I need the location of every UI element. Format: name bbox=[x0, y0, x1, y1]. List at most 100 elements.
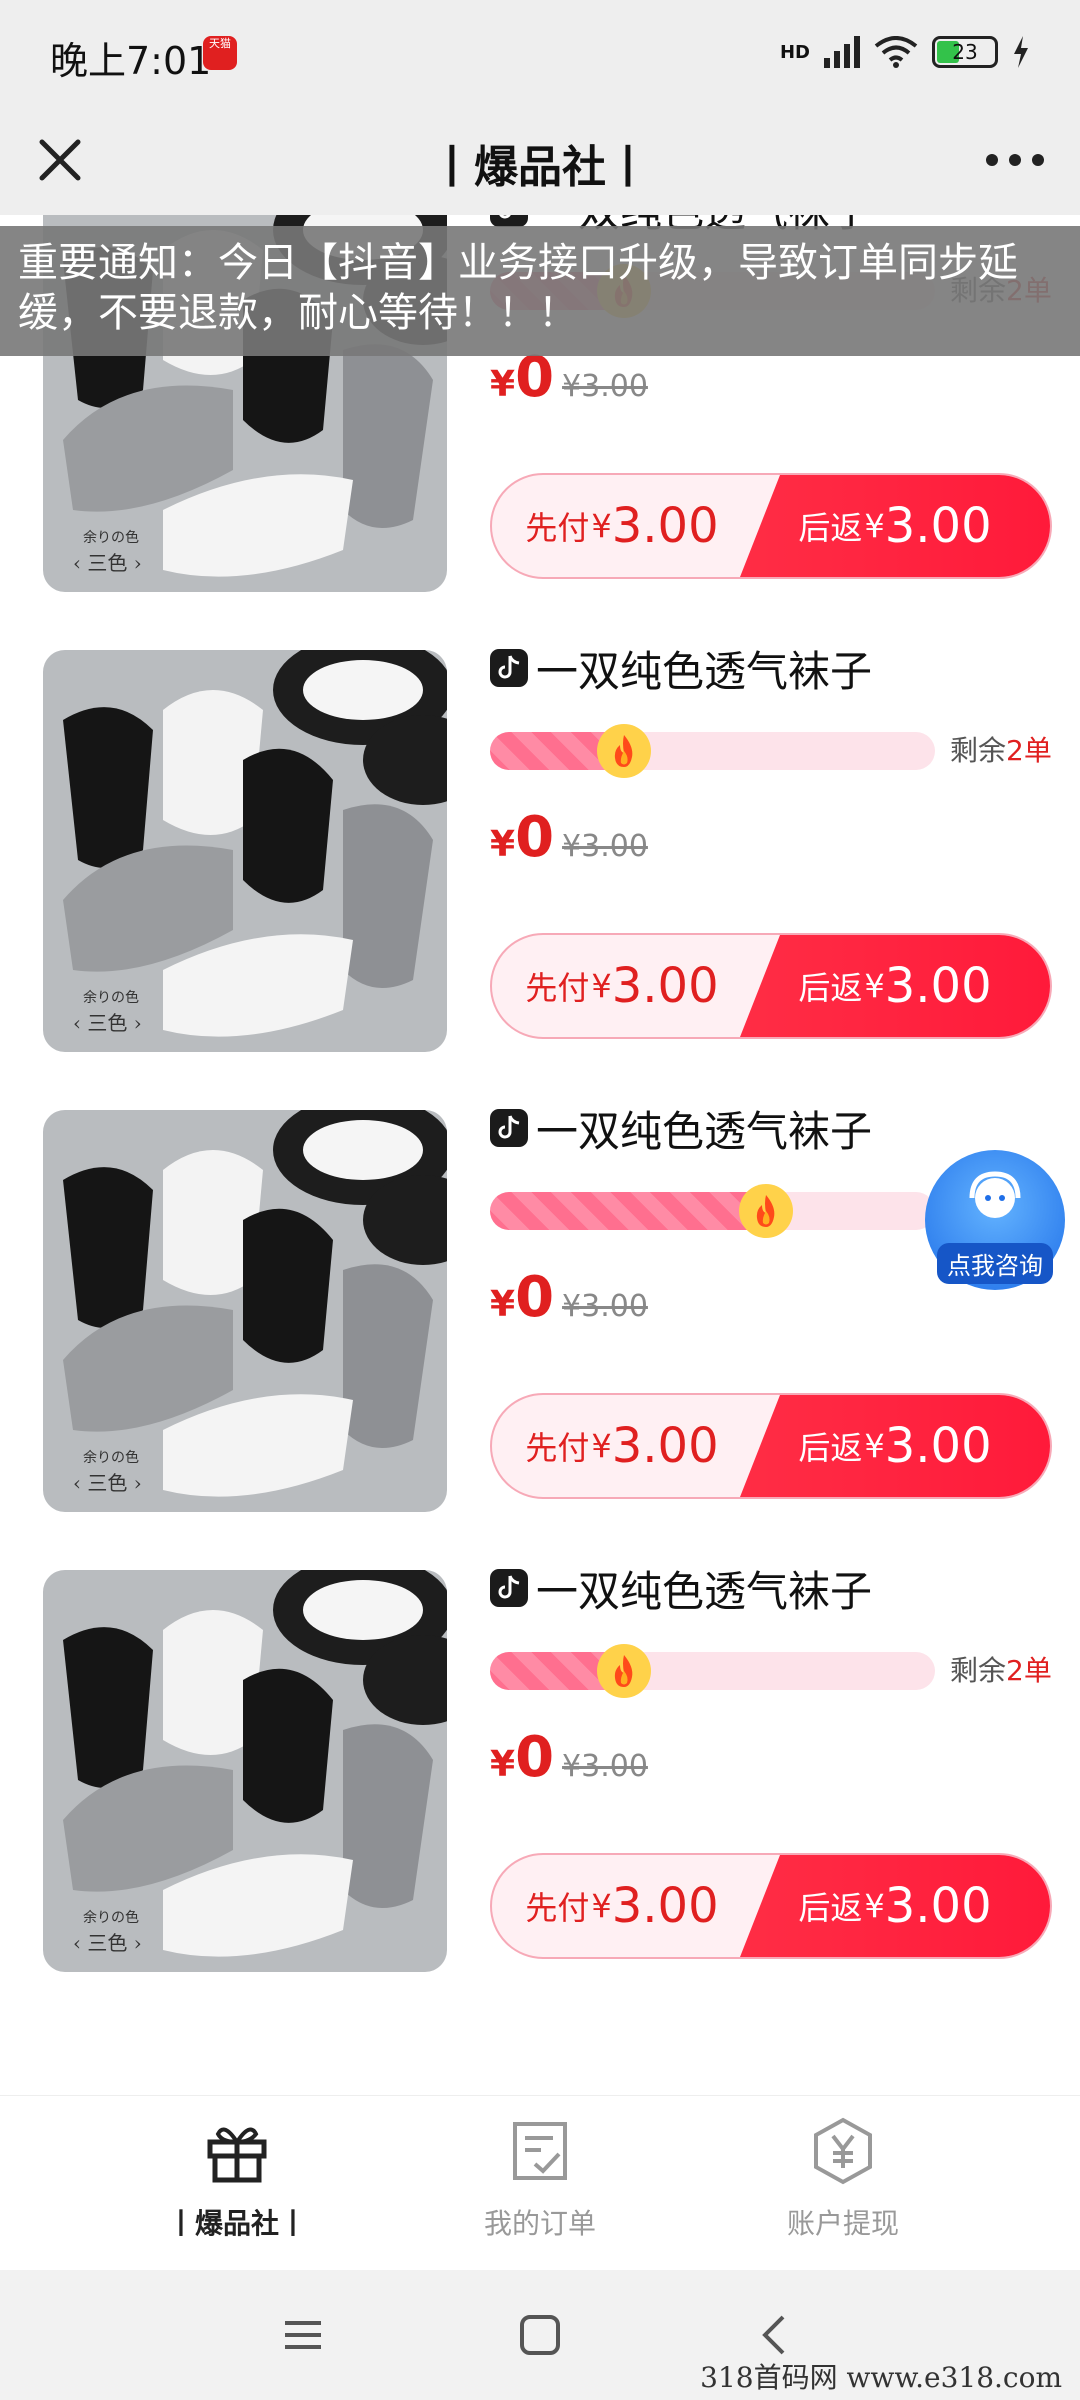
stock-progress-bar bbox=[490, 1184, 935, 1238]
price-value: 0 bbox=[515, 805, 555, 870]
socks-image: 余りの色 ‹ 三色 › bbox=[43, 1570, 447, 1972]
pay-first-label: 先付 bbox=[525, 969, 590, 1007]
refund-amount: 3.00 bbox=[884, 498, 992, 554]
pay-first-label: 先付 bbox=[525, 509, 590, 547]
refund-label: 后返 bbox=[798, 1889, 863, 1927]
image-caption-line1: 余りの色 bbox=[83, 1449, 139, 1466]
status-bar: 晚上7:01 天猫 HD 23 bbox=[0, 0, 1080, 105]
pay-first-amount: 3.00 bbox=[611, 958, 719, 1014]
customer-service-icon bbox=[969, 1171, 1021, 1218]
currency-symbol: ¥ bbox=[490, 1744, 516, 1785]
app-badge-icon: 天猫 bbox=[203, 36, 237, 70]
price-row: ¥0 ¥3.00 bbox=[490, 805, 648, 875]
fire-icon bbox=[596, 724, 651, 778]
refund-section: 后返 ¥ 3.00 bbox=[740, 1855, 1050, 1957]
tab-label: 丨爆品社丨 bbox=[166, 2207, 307, 2240]
product-name-row: 一双纯色透气袜子 bbox=[490, 1100, 872, 1156]
stock-progress-bar bbox=[490, 724, 935, 778]
tab-label: 账户提现 bbox=[786, 2207, 899, 2240]
remaining-stock: 剩余2单 bbox=[950, 732, 1052, 770]
system-nav-bar: 318首码网 www.e318.com bbox=[0, 2270, 1080, 2400]
product-image[interactable]: 余りの色 ‹ 三色 › bbox=[43, 650, 447, 1052]
battery-icon: 23 bbox=[932, 36, 998, 68]
pay-first-label: 先付 bbox=[525, 1889, 590, 1927]
product-item[interactable]: 余りの色 ‹ 三色 › 一双纯色透气袜子 剩余2单 ¥0 ¥3.00 bbox=[0, 550, 1080, 1052]
page-header: 丨爆品社丨 bbox=[0, 105, 1080, 215]
refund-label: 后返 bbox=[798, 509, 863, 547]
tab-withdraw[interactable]: 账户提现 bbox=[733, 2116, 953, 2256]
original-price: ¥3.00 bbox=[562, 829, 648, 864]
original-price: ¥3.00 bbox=[562, 1289, 648, 1324]
pay-first-label: 先付 bbox=[525, 1429, 590, 1467]
charging-icon bbox=[1014, 36, 1028, 68]
currency-symbol: ¥ bbox=[490, 1284, 516, 1325]
product-image[interactable]: 余りの色 ‹ 三色 › bbox=[43, 1110, 447, 1512]
tab-my-orders[interactable]: 我的订单 bbox=[430, 2116, 650, 2256]
status-time: 晚上7:01 bbox=[50, 39, 212, 83]
pay-first-amount: 3.00 bbox=[611, 1878, 719, 1934]
remaining-count: 2单 bbox=[1006, 734, 1052, 767]
tab-label: 我的订单 bbox=[483, 2207, 596, 2240]
tab-hot-products[interactable]: 丨爆品社丨 bbox=[127, 2116, 347, 2256]
product-name[interactable]: 一双纯色透气袜子 bbox=[536, 638, 872, 699]
currency-symbol: ¥ bbox=[864, 1427, 885, 1465]
image-caption-line2: ‹ 三色 › bbox=[73, 1931, 142, 1955]
menu-icon[interactable] bbox=[273, 2305, 333, 2365]
currency-symbol: ¥ bbox=[864, 967, 885, 1005]
consult-button[interactable]: 点我咨询 bbox=[925, 1150, 1065, 1290]
current-price: ¥0 bbox=[490, 1265, 554, 1330]
fire-icon bbox=[596, 1644, 651, 1698]
bottom-tab-bar: 丨爆品社丨 我的订单 账户提现 bbox=[0, 2095, 1080, 2270]
product-item[interactable]: 余りの色 ‹ 三色 › 一双纯色透气袜子 剩余2单 ¥0 ¥3.00 bbox=[0, 1470, 1080, 1972]
douyin-icon bbox=[490, 649, 528, 687]
price-value: 0 bbox=[515, 1265, 555, 1330]
product-name[interactable]: 一双纯色透气袜子 bbox=[536, 1558, 872, 1619]
gift-icon bbox=[207, 2127, 267, 2183]
pay-first-section: 先付 ¥ 3.00 bbox=[492, 1855, 752, 1957]
price-value: 0 bbox=[515, 1725, 555, 1790]
currency-symbol: ¥ bbox=[591, 1887, 612, 1925]
product-item[interactable]: 余りの色 ‹ 三色 › 一双纯色透气袜子 剩余1单 ¥0 ¥3.00 bbox=[0, 1010, 1080, 1512]
image-caption-line1: 余りの色 bbox=[83, 989, 139, 1006]
refund-label: 后返 bbox=[798, 969, 863, 1007]
order-icon bbox=[513, 2122, 567, 2180]
refund-amount: 3.00 bbox=[884, 1878, 992, 1934]
withdraw-icon bbox=[814, 2117, 872, 2185]
refund-amount: 3.00 bbox=[884, 1418, 992, 1474]
more-icon[interactable] bbox=[980, 130, 1050, 190]
remaining-label: 剩余 bbox=[950, 734, 1007, 767]
product-image[interactable]: 余りの色 ‹ 三色 › bbox=[43, 1570, 447, 1972]
fire-icon bbox=[738, 1184, 793, 1238]
progress-fill bbox=[490, 1192, 766, 1230]
currency-symbol: ¥ bbox=[591, 967, 612, 1005]
pay-first-amount: 3.00 bbox=[611, 498, 719, 554]
watermark: 318首码网 www.e318.com bbox=[700, 2361, 1062, 2394]
douyin-icon bbox=[490, 1569, 528, 1607]
socks-image: 余りの色 ‹ 三色 › bbox=[43, 1110, 447, 1512]
currency-symbol: ¥ bbox=[490, 364, 516, 405]
refund-amount: 3.00 bbox=[884, 958, 992, 1014]
original-price: ¥3.00 bbox=[562, 1749, 648, 1784]
refund-label: 后返 bbox=[798, 1429, 863, 1467]
home-icon[interactable] bbox=[510, 2305, 570, 2365]
notice-banner: 重要通知：今日【抖音】业务接口升级，导致订单同步延缓，不要退款，耐心等待！！！ bbox=[0, 226, 1080, 356]
price-row: ¥0 ¥3.00 bbox=[490, 1725, 648, 1795]
product-name[interactable]: 一双纯色透气袜子 bbox=[536, 1098, 872, 1159]
battery-level: 23 bbox=[952, 40, 978, 64]
currency-symbol: ¥ bbox=[490, 824, 516, 865]
current-price: ¥0 bbox=[490, 805, 554, 870]
currency-symbol: ¥ bbox=[591, 1427, 612, 1465]
currency-symbol: ¥ bbox=[591, 507, 612, 545]
pay-first-amount: 3.00 bbox=[611, 1418, 719, 1474]
remaining-label: 剩余 bbox=[950, 1654, 1007, 1687]
currency-symbol: ¥ bbox=[864, 507, 885, 545]
currency-symbol: ¥ bbox=[864, 1887, 885, 1925]
remaining-count: 2单 bbox=[1006, 1654, 1052, 1687]
buy-button[interactable]: 先付 ¥ 3.00 后返 ¥ 3.00 bbox=[490, 1853, 1052, 1959]
image-caption-line1: 余りの色 bbox=[83, 1909, 139, 1926]
product-list: 余りの色 ‹ 三色 › 一双纯色透气袜子 剩余2单 ¥0 ¥3.00 bbox=[0, 215, 1080, 2095]
douyin-icon bbox=[490, 1109, 528, 1147]
product-name-row: 一双纯色透气袜子 bbox=[490, 1560, 872, 1616]
page-title: 丨爆品社丨 bbox=[430, 142, 650, 193]
consult-label: 点我咨询 bbox=[937, 1243, 1053, 1284]
